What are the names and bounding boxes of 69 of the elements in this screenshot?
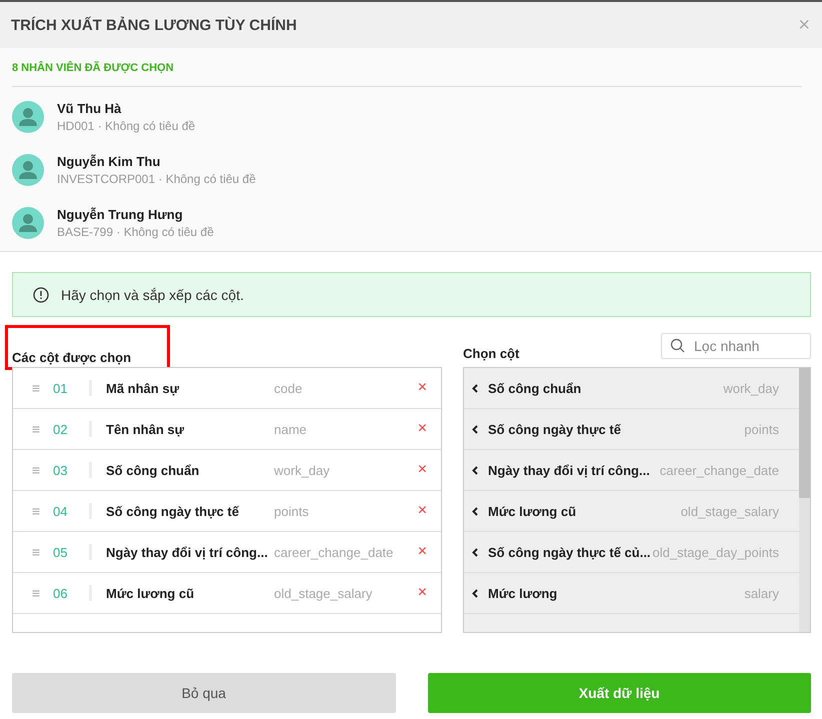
chevron-left-icon xyxy=(472,424,478,434)
employee-detail: INVESTCORP001 · Không có tiêu đề xyxy=(57,172,256,186)
chevron-left-icon xyxy=(472,384,478,392)
employee-detail: HD001 · Không có tiêu đề xyxy=(57,118,196,132)
column-number: 02 xyxy=(53,422,68,436)
employee-name: Vũ Thu Hà xyxy=(57,100,122,116)
column-label: Số công ngày thực tế xyxy=(106,504,240,518)
column-key: points xyxy=(744,422,779,436)
column-key: work_day xyxy=(723,380,779,396)
chevron-left-icon xyxy=(472,548,478,556)
skip-button[interactable]: Bỏ qua xyxy=(12,673,396,713)
column-label: Số công chuẩn xyxy=(106,462,200,478)
remove-button[interactable]: × xyxy=(414,420,431,438)
drag-handle[interactable]: ≡ xyxy=(13,544,53,560)
column-label: Số công ngày thực tế củ... xyxy=(488,544,651,560)
column-number: 04 xyxy=(53,504,68,518)
close-button[interactable]: × xyxy=(794,14,814,36)
drag-handle[interactable]: ≡ xyxy=(13,380,53,396)
column-key: points xyxy=(274,504,309,518)
remove-button[interactable]: × xyxy=(414,502,431,520)
column-number: 01 xyxy=(53,380,68,396)
search-field[interactable]: Lọc nhanh xyxy=(661,333,811,359)
column-number: 05 xyxy=(53,544,68,560)
section-heading: Chọn cột xyxy=(463,346,520,361)
column-label: Số công chuẩn xyxy=(488,380,582,396)
column-key: code xyxy=(274,380,302,396)
avatar-icon xyxy=(12,100,44,132)
column-label: Tên nhân sự xyxy=(106,422,186,436)
column-key: salary xyxy=(744,586,779,600)
column-key: old_stage_salary xyxy=(680,504,779,518)
column-key: old_stage_day_points xyxy=(652,544,779,560)
column-number: 06 xyxy=(53,586,68,600)
dialog-title: TRÍCH XUẤT BẢNG LƯƠNG TÙY CHÍNH xyxy=(11,16,297,34)
column-key: career_change_date xyxy=(274,544,394,560)
chevron-left-icon xyxy=(472,588,478,598)
selected-count: 8 NHÂN VIÊN ĐÃ ĐƯỢC CHỌN xyxy=(12,62,802,87)
column-key: work_day xyxy=(274,462,330,478)
scrollbar-thumb[interactable] xyxy=(799,368,810,498)
drag-handle[interactable]: ≡ xyxy=(13,503,53,519)
column-label: Ngày thay đổi vị trí công... xyxy=(488,462,650,478)
column-key: old_stage_salary xyxy=(274,586,372,600)
column-key: career_change_date xyxy=(660,462,779,478)
search-icon xyxy=(670,338,685,353)
employee-detail: BASE-799 · Không có tiêu đề xyxy=(57,224,214,238)
column-number: 03 xyxy=(53,462,68,478)
employee-name: Nguyễn Kim Thu xyxy=(57,154,162,168)
column-label: Mức lương cũ xyxy=(106,586,196,600)
drag-handle[interactable]: ≡ xyxy=(13,585,53,601)
column-label: Mức lương xyxy=(488,586,558,600)
remove-button[interactable]: × xyxy=(414,584,431,602)
remove-button[interactable]: × xyxy=(414,461,431,479)
avatar-icon xyxy=(12,154,44,186)
section-heading: Các cột được chọn xyxy=(8,328,168,367)
chevron-left-icon xyxy=(472,466,478,474)
export-button[interactable]: Xuất dữ liệu xyxy=(428,673,811,713)
remove-button[interactable]: × xyxy=(414,379,431,397)
column-label: Ngày thay đổi vị trí công... xyxy=(106,544,269,560)
avatar-icon xyxy=(12,206,44,238)
remove-button[interactable]: × xyxy=(414,543,431,561)
column-label: Số công ngày thực tế xyxy=(488,422,621,436)
column-key: name xyxy=(274,422,307,436)
column-label: Mức lương cũ xyxy=(488,504,576,518)
drag-handle[interactable]: ≡ xyxy=(13,462,53,478)
chevron-left-icon xyxy=(472,506,478,516)
notice-text: Hãy chọn và sắp xếp các cột. xyxy=(61,286,244,302)
column-label: Mã nhân sự xyxy=(106,380,180,396)
employee-name: Nguyễn Trung Hưng xyxy=(57,206,184,222)
info-icon xyxy=(33,286,49,302)
drag-handle[interactable]: ≡ xyxy=(13,421,53,437)
